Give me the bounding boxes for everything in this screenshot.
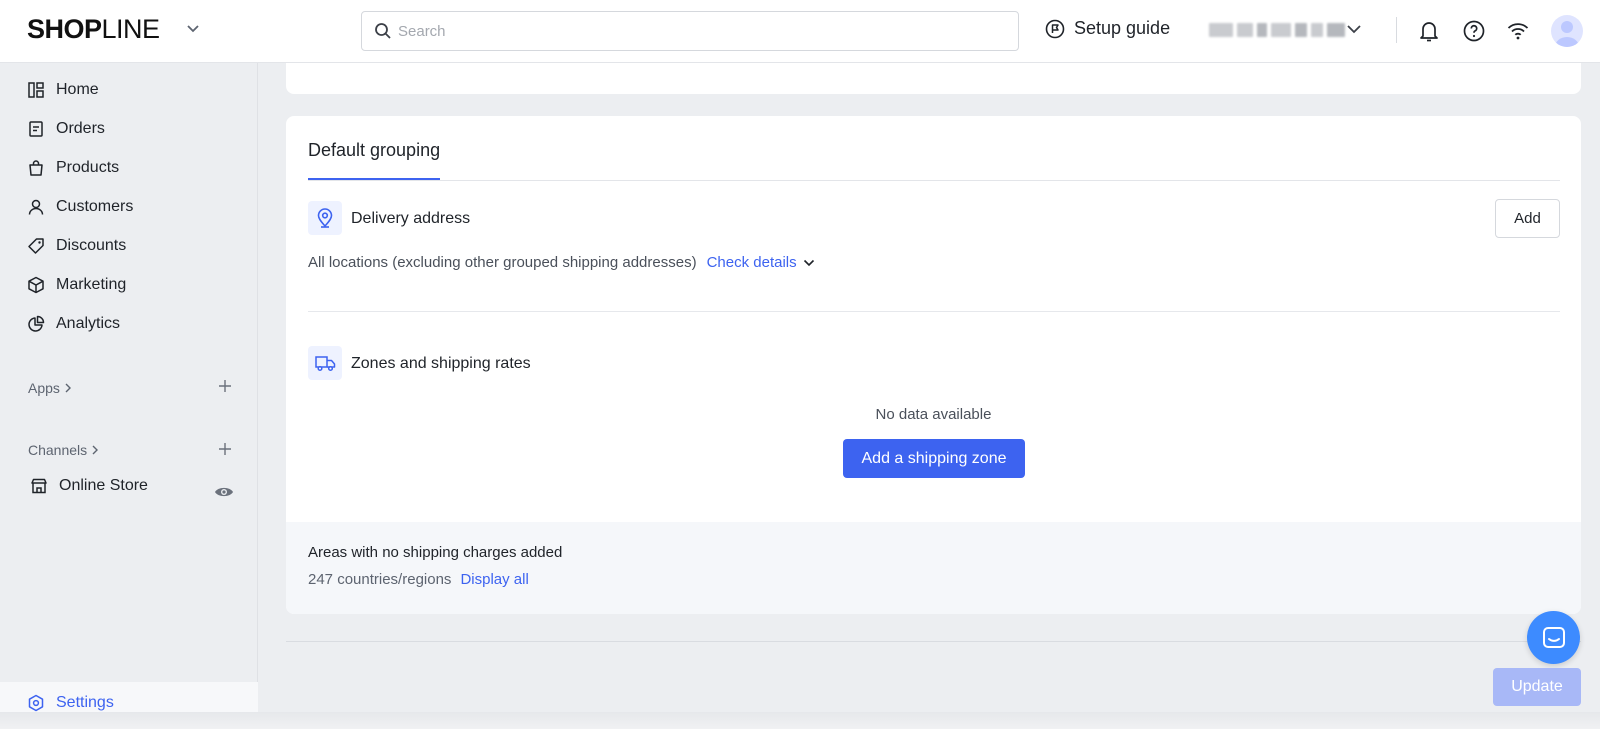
person-icon <box>27 198 45 216</box>
check-details-label: Check details <box>706 254 797 271</box>
chevron-down-icon[interactable] <box>1346 23 1362 35</box>
areas-count-text: 247 countries/regions <box>308 571 452 588</box>
logo-text-shop: SHOP <box>27 14 102 44</box>
chat-icon <box>1541 625 1567 651</box>
display-all-link[interactable]: Display all <box>460 571 528 588</box>
avatar[interactable] <box>1551 15 1583 47</box>
sidebar-item-products[interactable]: Products <box>27 159 119 177</box>
cube-icon <box>27 276 45 294</box>
sidebar-item-discounts[interactable]: Discounts <box>27 237 126 255</box>
add-channel-icon[interactable] <box>218 442 232 456</box>
update-button[interactable]: Update <box>1493 668 1581 706</box>
no-data-text: No data available <box>875 406 992 423</box>
search-input[interactable] <box>398 22 998 40</box>
tag-icon <box>27 237 45 255</box>
eye-icon[interactable] <box>214 485 234 499</box>
chevron-down-icon <box>803 259 815 267</box>
sidebar-item-label: Products <box>56 159 120 176</box>
orders-icon <box>27 120 45 138</box>
sidebar-item-label: Home <box>56 81 99 98</box>
store-name-redacted[interactable] <box>1209 23 1345 37</box>
delivery-address-icon-box <box>308 201 342 235</box>
logo-text-line: LINE <box>101 14 161 44</box>
shopline-logo[interactable]: SHOP LINE <box>27 14 160 45</box>
top-bar: SHOPLINE Setup guide <box>0 0 1600 63</box>
gear-icon <box>27 694 45 712</box>
channels-section-toggle[interactable]: Channels <box>28 442 99 458</box>
tab-default-grouping[interactable]: Default grouping <box>308 140 440 161</box>
sidebar-item-online-store[interactable]: Online Store <box>30 477 148 495</box>
locations-row: All locations (excluding other grouped s… <box>308 254 815 271</box>
add-shipping-zone-button[interactable]: Add a shipping zone <box>843 439 1025 478</box>
apps-label: Apps <box>28 380 60 396</box>
apps-section-toggle[interactable]: Apps <box>28 380 72 396</box>
setup-guide-button[interactable]: Setup guide <box>1045 18 1170 39</box>
home-icon <box>27 81 45 99</box>
header-divider <box>1396 17 1397 43</box>
flag-icon <box>1045 19 1065 39</box>
pie-chart-icon <box>27 315 45 333</box>
delivery-address-title: Delivery address <box>351 210 471 227</box>
areas-title: Areas with no shipping charges added <box>308 544 563 561</box>
zones-icon-box <box>308 346 342 380</box>
location-pin-icon <box>316 208 334 228</box>
help-icon[interactable] <box>1462 19 1486 43</box>
sidebar-item-label: Analytics <box>56 315 121 332</box>
section-divider <box>308 311 1560 312</box>
search-box[interactable] <box>361 11 1019 51</box>
sidebar-item-analytics[interactable]: Analytics <box>27 315 120 333</box>
sidebar-item-label: Discounts <box>56 237 127 254</box>
areas-no-charges-panel: Areas with no shipping charges added 247… <box>286 522 1581 614</box>
chevron-right-icon <box>91 445 99 455</box>
sidebar-item-label: Orders <box>56 120 105 137</box>
sidebar-item-label: Marketing <box>56 276 127 293</box>
bag-icon <box>27 159 45 177</box>
search-icon <box>374 22 392 40</box>
sidebar-item-label: Customers <box>56 198 134 215</box>
chat-launcher-button[interactable] <box>1527 611 1580 664</box>
previous-card <box>286 63 1581 94</box>
bell-icon[interactable] <box>1418 19 1440 43</box>
locations-text: All locations (excluding other grouped s… <box>308 254 697 271</box>
tab-divider <box>308 180 1560 181</box>
sidebar: Home Orders Products Customers Discounts… <box>0 63 258 729</box>
add-delivery-address-button[interactable]: Add <box>1495 199 1560 238</box>
zones-title: Zones and shipping rates <box>351 355 531 372</box>
sidebar-item-marketing[interactable]: Marketing <box>27 276 126 294</box>
wifi-icon[interactable] <box>1506 19 1530 43</box>
sidebar-item-label: Online Store <box>59 477 148 494</box>
bottom-edge <box>0 712 1600 729</box>
add-app-icon[interactable] <box>218 379 232 393</box>
sidebar-item-label: Settings <box>56 694 114 711</box>
setup-guide-label: Setup guide <box>1074 18 1171 38</box>
sidebar-item-customers[interactable]: Customers <box>27 198 133 216</box>
channels-label: Channels <box>28 442 88 458</box>
shipping-group-card: Default grouping Delivery address Add Al… <box>286 116 1581 614</box>
chevron-right-icon <box>64 383 72 393</box>
check-details-link[interactable]: Check details <box>707 254 815 271</box>
sidebar-item-home[interactable]: Home <box>27 81 99 99</box>
areas-count-row: 247 countries/regions Display all <box>308 571 529 588</box>
footer-divider <box>286 641 1581 642</box>
truck-icon <box>314 354 336 372</box>
store-icon <box>30 477 48 495</box>
sidebar-item-orders[interactable]: Orders <box>27 120 105 138</box>
chevron-down-icon[interactable] <box>186 24 200 34</box>
